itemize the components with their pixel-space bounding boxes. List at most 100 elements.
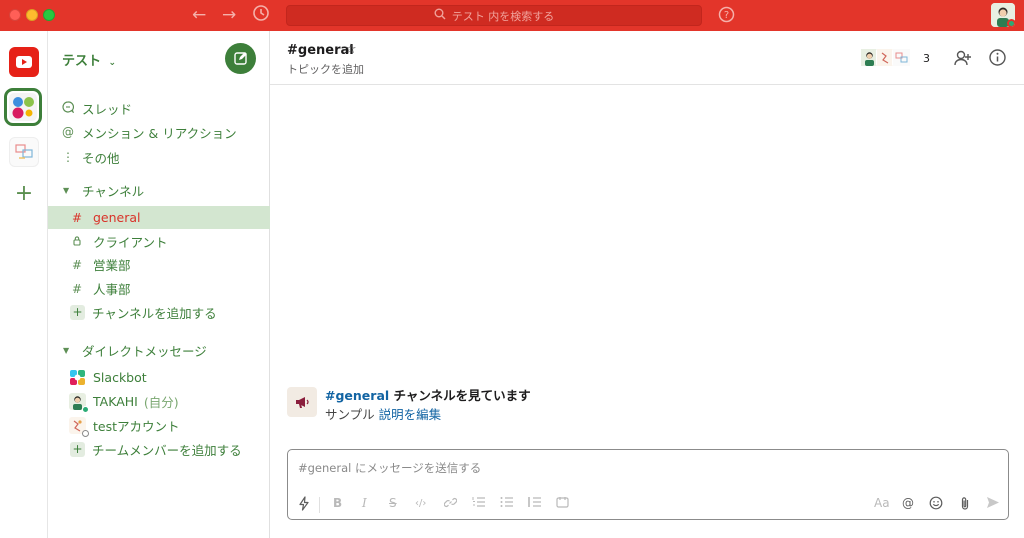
search-icon xyxy=(434,8,446,23)
channel-name: クライアント xyxy=(93,235,168,250)
threads-icon xyxy=(62,100,82,116)
sidebar: テスト ⌄ スレッド @ メンション & リアクション ⋮ その他 ▼ チャンネ… xyxy=(48,31,270,538)
minimize-window-button[interactable] xyxy=(26,9,38,21)
channel-name: 営業部 xyxy=(93,258,131,273)
member-count[interactable]: 3 xyxy=(923,52,930,65)
workspace-other-icon[interactable] xyxy=(9,137,39,167)
more-vertical-icon: ⋮ xyxy=(62,150,74,164)
code-icon[interactable]: ‹/› xyxy=(415,498,426,509)
add-channel-button[interactable]: + チャンネルを追加する xyxy=(48,301,270,324)
help-icon[interactable]: ? xyxy=(718,6,735,28)
plus-icon: + xyxy=(70,442,85,457)
history-icon[interactable] xyxy=(252,4,270,27)
away-status-icon xyxy=(82,430,89,437)
member-avatar-icon xyxy=(892,48,911,67)
channel-hr[interactable]: # 人事部 xyxy=(48,277,270,300)
intro-title-text: チャンネルを見ています xyxy=(389,388,531,403)
close-window-button[interactable] xyxy=(9,9,21,21)
channel-title[interactable]: #general xyxy=(287,43,354,58)
code-block-icon[interactable] xyxy=(556,496,569,511)
channel-intro-description: サンプル 説明を編集 xyxy=(325,404,441,423)
dm-self-suffix: (自分) xyxy=(143,395,179,410)
link-icon[interactable] xyxy=(443,496,458,512)
forward-arrow-icon[interactable]: → xyxy=(222,5,236,25)
nav-label: スレッド xyxy=(82,101,133,117)
dm-test-account[interactable]: testアカウント xyxy=(48,414,270,437)
section-title: チャンネル xyxy=(82,183,145,199)
presence-status-icon xyxy=(1007,19,1015,27)
toolbar-divider xyxy=(319,497,320,513)
channel-general[interactable]: # general xyxy=(48,206,270,229)
dm-name: testアカウント xyxy=(93,419,180,434)
svg-text:?: ? xyxy=(724,10,729,21)
workspace-test-icon[interactable] xyxy=(4,88,42,126)
add-member-label: チームメンバーを追加する xyxy=(92,443,242,458)
dm-slackbot[interactable]: Slackbot xyxy=(48,366,270,389)
channel-name: general xyxy=(93,210,141,225)
formatting-toggle-button[interactable]: Aa xyxy=(874,496,890,510)
nav-threads[interactable]: スレッド xyxy=(48,97,270,119)
add-person-icon[interactable] xyxy=(953,48,973,72)
takahi-avatar-icon xyxy=(69,393,89,413)
dm-takahi[interactable]: TAKAHI (自分) xyxy=(48,390,270,413)
edit-description-link[interactable]: 説明を編集 xyxy=(379,407,442,422)
bold-icon[interactable]: B xyxy=(333,496,342,510)
mention-at-icon[interactable]: @ xyxy=(902,496,914,510)
dm-section-header[interactable]: ▼ ダイレクトメッセージ xyxy=(48,340,270,360)
bulleted-list-icon[interactable] xyxy=(500,496,513,511)
lock-icon xyxy=(72,235,93,249)
ordered-list-icon[interactable] xyxy=(472,496,485,511)
add-member-button[interactable]: + チームメンバーを追加する xyxy=(48,438,270,461)
emoji-icon[interactable] xyxy=(929,496,943,513)
shortcuts-lightning-icon[interactable] xyxy=(298,496,310,514)
section-title: ダイレクトメッセージ xyxy=(82,343,207,359)
channels-section-header[interactable]: ▼ チャンネル xyxy=(48,180,270,200)
message-input-placeholder[interactable]: #general にメッセージを送信する xyxy=(298,460,481,476)
add-workspace-icon[interactable]: + xyxy=(0,181,48,206)
nav-more[interactable]: ⋮ その他 xyxy=(48,146,270,168)
italic-icon[interactable]: I xyxy=(362,496,367,510)
test-account-avatar-icon xyxy=(69,417,89,437)
hash-icon: # xyxy=(72,281,83,296)
workspace-rail: + xyxy=(0,31,48,538)
hash-icon: # xyxy=(72,210,83,225)
add-topic-link[interactable]: トピックを追加 xyxy=(287,61,364,77)
attach-paperclip-icon[interactable] xyxy=(959,496,971,514)
workspace-youtube-icon[interactable] xyxy=(9,47,39,77)
caret-down-icon: ▼ xyxy=(63,345,70,355)
at-icon: @ xyxy=(62,125,74,139)
add-channel-label: チャンネルを追加する xyxy=(92,306,217,321)
blockquote-icon[interactable] xyxy=(528,496,541,511)
channel-client[interactable]: クライアント xyxy=(48,230,270,253)
hash-icon: # xyxy=(72,257,83,272)
zoom-window-button[interactable] xyxy=(43,9,55,21)
member-avatars[interactable] xyxy=(860,48,911,68)
channel-intro-link[interactable]: #general xyxy=(325,388,389,403)
channel-name: 人事部 xyxy=(93,282,131,297)
online-status-icon xyxy=(82,406,89,413)
compose-button[interactable] xyxy=(225,43,256,74)
slackbot-avatar-icon xyxy=(69,369,86,386)
channel-sales[interactable]: # 営業部 xyxy=(48,253,270,276)
chevron-down-icon: ⌄ xyxy=(108,58,117,68)
user-avatar[interactable] xyxy=(991,3,1015,27)
star-icon[interactable]: ☆ xyxy=(345,42,357,57)
nav-label: その他 xyxy=(82,150,120,166)
megaphone-icon xyxy=(287,387,317,417)
strikethrough-icon[interactable]: S xyxy=(389,496,397,510)
composer-toolbar: B I S ‹/› Aa @ xyxy=(288,493,1008,515)
search-bar[interactable]: テスト 内を検索する xyxy=(286,5,702,26)
intro-sub-text: サンプル xyxy=(325,407,379,422)
info-icon[interactable] xyxy=(988,48,1007,71)
title-bar: ← → テスト 内を検索する ? xyxy=(0,0,1024,31)
workspace-name: テスト xyxy=(62,54,102,69)
nav-mentions[interactable]: @ メンション & リアクション xyxy=(48,121,270,143)
workspace-menu[interactable]: テスト ⌄ xyxy=(62,50,116,69)
message-composer[interactable]: #general にメッセージを送信する B I S ‹/› Aa @ xyxy=(287,449,1009,520)
plus-icon: + xyxy=(70,305,85,320)
dm-name: Slackbot xyxy=(93,370,147,385)
back-arrow-icon[interactable]: ← xyxy=(192,5,206,25)
nav-label: メンション & リアクション xyxy=(82,125,237,141)
channel-intro-title: #general チャンネルを見ています xyxy=(325,385,531,404)
send-icon[interactable] xyxy=(986,496,1000,512)
